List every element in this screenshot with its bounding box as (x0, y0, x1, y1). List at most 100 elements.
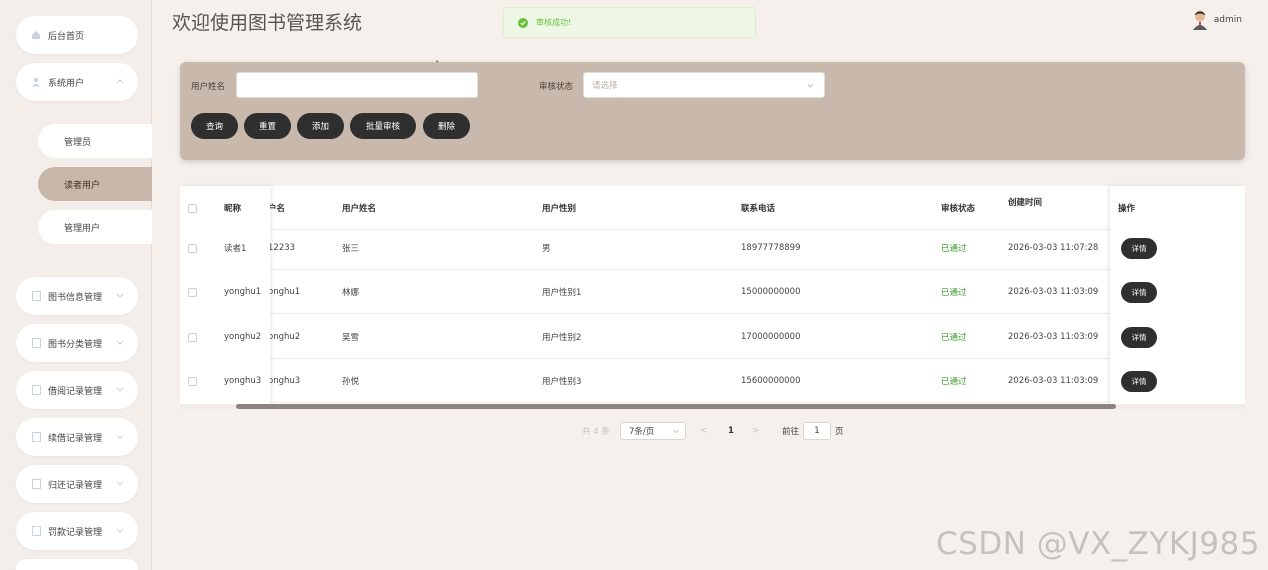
sidebar-item-more[interactable] (16, 559, 138, 570)
table-row: onghu3 孙悦 用户性别3 15600000000 已通过 2026-03-… (180, 359, 1245, 403)
cell-phone: 17000000000 (741, 332, 801, 342)
row-checkbox[interactable] (188, 243, 197, 253)
table-row: onghu1 林娜 用户性别1 15000000000 已通过 2026-03-… (180, 270, 1245, 314)
sidebar-item-label: 罚款记录管理 (48, 527, 103, 538)
cell-phone: 15000000000 (741, 287, 801, 297)
batch-review-button[interactable]: 批量审核 (350, 113, 416, 139)
sidebar-item-book-info[interactable]: 图书信息管理 (16, 277, 138, 315)
row-checkbox[interactable] (188, 287, 197, 297)
fixed-left-columns: 昵称 读者1 yonghu1 yonghu2 yonghu3 (180, 186, 270, 406)
chevron-down-icon (116, 434, 124, 439)
cell-gender: 用户性别1 (542, 288, 582, 298)
horizontal-scrollbar-thumb[interactable] (236, 404, 1116, 409)
sidebar-item-return-records[interactable]: 归还记录管理 (16, 465, 138, 503)
cell-phone: 18977778899 (741, 243, 801, 253)
toast-message: 审核成功! (536, 18, 572, 27)
sidebar-item-renew-records[interactable]: 续借记录管理 (16, 418, 138, 456)
sidebar-item-system-users[interactable]: 系统用户 (16, 63, 138, 101)
table-header-row: 用户姓名 (180, 186, 1245, 230)
page-size-select[interactable]: 7条/页 (620, 422, 686, 440)
reset-button[interactable]: 重置 (244, 113, 291, 139)
next-page-button[interactable]: > (752, 422, 759, 440)
sidebar-item-label: 归还记录管理 (48, 480, 103, 491)
review-status-select[interactable]: 请选择 (583, 72, 825, 98)
page-title: 欢迎使用图书管理系统 (172, 12, 363, 34)
user-name-label: 用户姓名 (191, 82, 226, 92)
detail-button[interactable]: 详情 (1121, 281, 1157, 303)
detail-button[interactable]: 详情 (1121, 326, 1157, 348)
cell-gender: 用户性别2 (542, 333, 582, 343)
cell-username: onghu1 (268, 287, 301, 297)
document-icon (30, 525, 42, 537)
sidebar-item-home[interactable]: 后台首页 (16, 16, 138, 54)
sidebar-item-label: 后台首页 (48, 31, 85, 42)
cell-status: 已通过 (941, 377, 967, 387)
chevron-down-icon (116, 293, 124, 298)
sidebar-subitem-readers[interactable]: 读者用户 (38, 167, 152, 201)
chevron-down-icon (116, 387, 124, 392)
chevron-down-icon (116, 340, 124, 345)
sidebar-subitem-label: 管理员 (64, 137, 92, 148)
page-suffix-label: 页 (835, 427, 844, 437)
select-all-checkbox[interactable] (188, 203, 197, 213)
col-header-nickname: 昵称 (224, 204, 242, 214)
sidebar-item-fine-records[interactable]: 罚款记录管理 (16, 512, 138, 550)
avatar (1192, 10, 1207, 30)
cell-created: 2026-03-03 11:03:09 (1008, 287, 1099, 297)
sidebar-item-borrow-records[interactable]: 借阅记录管理 (16, 371, 138, 409)
sidebar-subitem-label: 管理用户 (64, 223, 101, 234)
detail-button[interactable]: 详情 (1121, 237, 1157, 259)
user-menu[interactable]: admin (1192, 10, 1242, 30)
row-checkbox[interactable] (188, 376, 197, 386)
sidebar-item-book-category[interactable]: 图书分类管理 (16, 324, 138, 362)
username: admin (1213, 15, 1242, 25)
current-page-number[interactable]: 1 (728, 422, 734, 440)
user-icon (30, 76, 42, 88)
document-icon (30, 337, 42, 349)
cell-created: 2026-03-03 11:07:28 (1008, 243, 1099, 253)
prev-page-button[interactable]: < (700, 422, 707, 440)
fixed-right-columns: 操作 详情 详情 详情 详情 (1110, 186, 1245, 406)
detail-button[interactable]: 详情 (1121, 370, 1157, 392)
document-icon (30, 431, 42, 443)
search-panel: 用户姓名 审核状态 请选择 查询 重置 添加 批量审核 删除 (180, 62, 1245, 160)
table-row: 12233 张三 男 18977778899 已通过 2026-03-03 11… (180, 226, 1245, 270)
sidebar-item-label: 系统用户 (48, 78, 85, 89)
home-icon (30, 29, 42, 41)
col-header-phone: 联系电话 (741, 204, 776, 214)
sidebar: 后台首页 系统用户 管理员 读者用户 管理用户 图书信息管理 图书分类管理 借阅… (0, 0, 152, 570)
sidebar-item-label: 图书分类管理 (48, 339, 103, 350)
goto-label: 前往 (782, 427, 800, 437)
sidebar-subitem-admin[interactable]: 管理员 (38, 124, 152, 158)
page-size-value: 7条/页 (629, 427, 655, 437)
col-header-created: 创建时间 (1008, 198, 1043, 208)
sidebar-subitem-label: 读者用户 (64, 180, 101, 191)
sidebar-item-label: 续借记录管理 (48, 433, 103, 444)
cell-gender: 用户性别3 (542, 377, 582, 387)
row-checkbox[interactable] (188, 332, 197, 342)
cell-created: 2026-03-03 11:03:09 (1008, 376, 1099, 386)
add-button[interactable]: 添加 (297, 113, 344, 139)
cell-nickname: 读者1 (224, 244, 247, 254)
cell-status: 已通过 (941, 244, 967, 254)
chevron-up-icon (116, 79, 124, 84)
goto-page-input[interactable]: 1 (803, 422, 831, 440)
cell-created: 2026-03-03 11:03:09 (1008, 332, 1099, 342)
document-icon (30, 384, 42, 396)
cell-nickname: yonghu1 (224, 287, 262, 297)
col-header-status: 审核状态 (941, 204, 976, 214)
query-button[interactable]: 查询 (191, 113, 238, 139)
user-name-input[interactable] (236, 72, 478, 98)
document-icon (30, 478, 42, 490)
select-placeholder: 请选择 (592, 81, 618, 91)
cell-gender: 男 (542, 244, 551, 254)
sidebar-item-label: 借阅记录管理 (48, 386, 103, 397)
delete-button[interactable]: 删除 (423, 113, 470, 139)
sidebar-subitem-managers[interactable]: 管理用户 (38, 210, 152, 244)
col-header-username: 户名 (268, 204, 286, 214)
sidebar-item-label: 图书信息管理 (48, 292, 103, 303)
data-table: 用户姓名 户名 用户姓名 用户性别 联系电话 审核状态 创建时间 12233 张… (180, 186, 1245, 409)
cell-username: onghu2 (268, 332, 301, 342)
document-icon (30, 290, 42, 302)
col-header-action: 操作 (1118, 204, 1136, 214)
